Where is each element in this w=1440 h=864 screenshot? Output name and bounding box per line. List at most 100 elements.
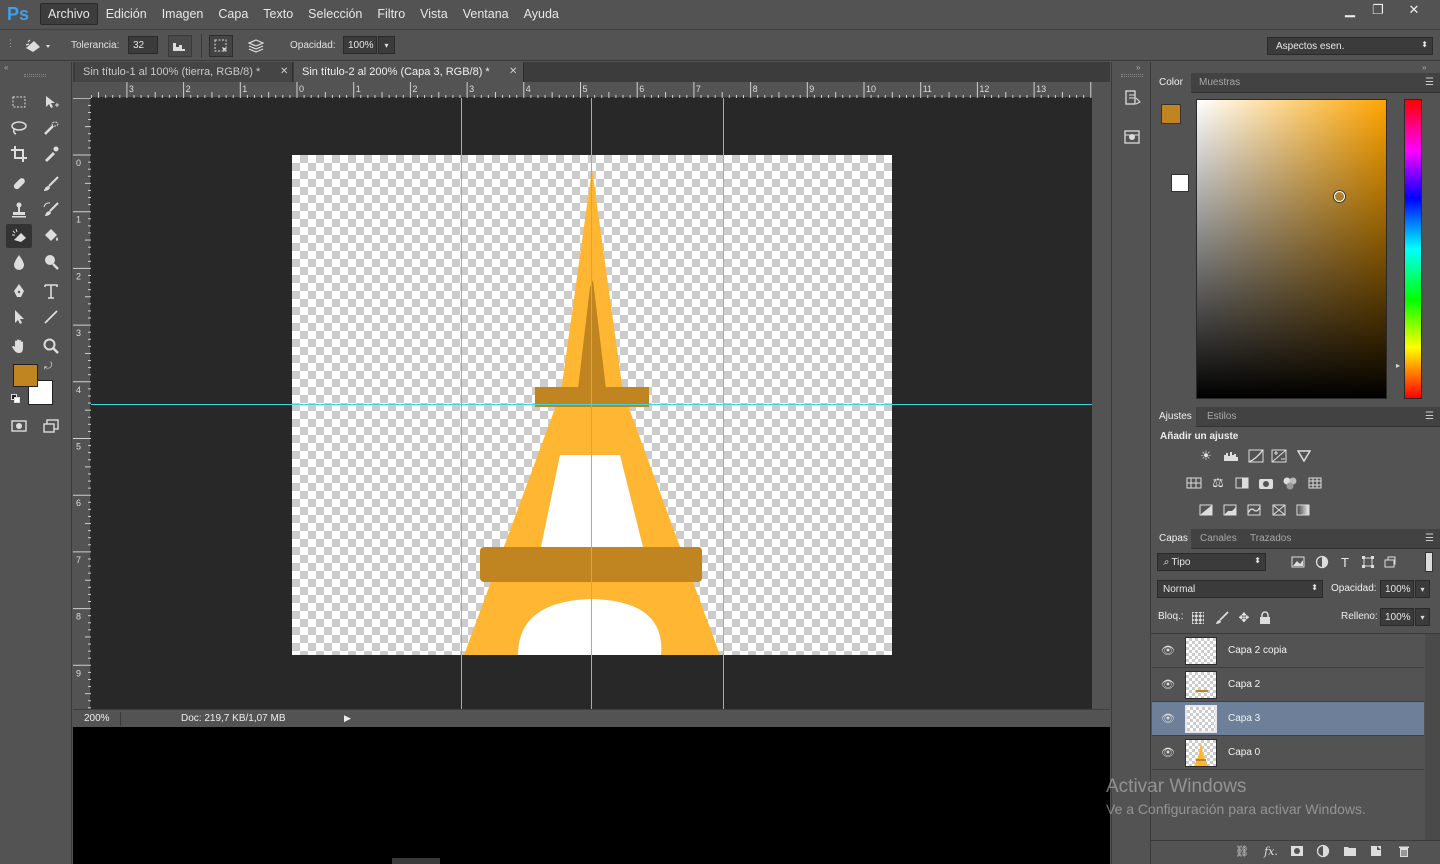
path-selection-tool[interactable] xyxy=(6,305,32,329)
menu-capa[interactable]: Capa xyxy=(211,4,255,24)
document-window[interactable] xyxy=(91,98,1092,709)
scroll-thumb[interactable] xyxy=(392,858,440,864)
crop-tool[interactable] xyxy=(6,142,32,166)
collapse-icon[interactable]: « xyxy=(4,63,8,72)
vertical-scrollbar[interactable] xyxy=(1092,82,1109,709)
filter-type-icon[interactable]: T xyxy=(1336,554,1354,570)
workspace-select[interactable]: Aspectos esen. ⬍ xyxy=(1267,37,1433,55)
screen-mode-button[interactable] xyxy=(38,414,64,438)
layer-list-scrollbar[interactable] xyxy=(1425,634,1440,840)
contiguous-toggle[interactable] xyxy=(209,35,233,57)
menu-archivo[interactable]: Archivo xyxy=(40,3,98,25)
menu-texto[interactable]: Texto xyxy=(256,4,300,24)
adjustment-layer-icon[interactable] xyxy=(1315,844,1331,858)
visibility-eye-icon[interactable]: 👁 xyxy=(1161,712,1175,726)
move-tool[interactable] xyxy=(38,90,64,114)
layer-filter-select[interactable]: ⌕ Tipo ⬍ xyxy=(1157,553,1266,571)
all-layers-toggle[interactable] xyxy=(244,36,268,56)
tolerance-input[interactable]: 32 xyxy=(128,36,158,54)
quick-mask-button[interactable] xyxy=(6,414,32,438)
filter-adjustment-icon[interactable] xyxy=(1313,554,1331,570)
tool-preset-picker[interactable] xyxy=(22,36,54,56)
tab-paths[interactable]: Trazados xyxy=(1250,533,1291,544)
opacity-dropdown-icon[interactable]: ▾ xyxy=(378,36,395,54)
foreground-color-swatch[interactable] xyxy=(13,364,38,387)
black-white-icon[interactable] xyxy=(1233,475,1251,491)
color-fg-swatch[interactable] xyxy=(1161,104,1181,124)
hue-slider[interactable] xyxy=(1404,99,1422,399)
type-tool[interactable] xyxy=(38,279,64,303)
exposure-icon[interactable] xyxy=(1270,448,1288,464)
properties-panel-button[interactable] xyxy=(1122,127,1142,147)
guide-horizontal[interactable] xyxy=(91,404,1092,405)
paint-bucket-tool[interactable] xyxy=(38,224,64,248)
quick-selection-tool[interactable] xyxy=(38,116,64,140)
link-layers-icon[interactable]: ⛓ xyxy=(1234,844,1250,858)
lock-position-icon[interactable]: ✥ xyxy=(1235,610,1253,626)
hue-slider-handle-icon[interactable]: ▸ xyxy=(1396,361,1400,370)
layer-row-capa-2[interactable]: 👁 Capa 2 xyxy=(1152,668,1424,702)
tab-adjustments[interactable]: Ajustes xyxy=(1159,411,1192,422)
collapse-icon[interactable]: » xyxy=(1422,63,1426,72)
layer-row-capa-3[interactable]: 👁 Capa 3 xyxy=(1152,702,1424,736)
menu-vista[interactable]: Vista xyxy=(413,4,455,24)
menu-imagen[interactable]: Imagen xyxy=(155,4,211,24)
visibility-eye-icon[interactable]: 👁 xyxy=(1161,678,1175,692)
zoom-tool[interactable] xyxy=(38,334,64,358)
brightness-icon[interactable]: ☀ xyxy=(1197,448,1215,464)
horizontal-ruler[interactable]: 3 2 1 0 1 2 3 4 5 6 7 8 9 10 11 12 13 xyxy=(91,82,1092,98)
color-balance-icon[interactable]: ⚖ xyxy=(1209,475,1227,491)
ruler-corner[interactable] xyxy=(73,82,91,98)
tab-document-1[interactable]: Sin título-1 al 100% (tierra, RGB/8) * xyxy=(75,62,293,82)
clone-stamp-tool[interactable] xyxy=(6,198,32,222)
lasso-tool[interactable] xyxy=(6,116,32,140)
eyedropper-tool[interactable] xyxy=(38,142,64,166)
new-layer-icon[interactable] xyxy=(1368,844,1384,858)
color-picker-cursor[interactable] xyxy=(1334,191,1345,202)
dodge-tool[interactable] xyxy=(38,250,64,274)
status-menu-arrow-icon[interactable]: ▶ xyxy=(344,713,351,724)
menu-ayuda[interactable]: Ayuda xyxy=(517,4,566,24)
tab-close-icon[interactable]: ✕ xyxy=(280,66,288,77)
fill-dropdown-icon[interactable]: ▾ xyxy=(1415,608,1430,626)
healing-brush-tool[interactable] xyxy=(6,172,32,196)
sample-button[interactable] xyxy=(168,35,192,57)
brush-tool[interactable] xyxy=(38,172,64,196)
hue-saturation-icon[interactable] xyxy=(1185,475,1203,491)
menu-edicion[interactable]: Edición xyxy=(99,4,154,24)
swap-colors-icon[interactable]: ⤾ xyxy=(44,361,52,372)
lock-all-icon[interactable] xyxy=(1256,610,1274,626)
color-lookup-icon[interactable] xyxy=(1306,475,1324,491)
layer-row-capa-2-copia[interactable]: 👁 Capa 2 copia xyxy=(1152,634,1424,668)
lock-transparency-icon[interactable] xyxy=(1192,612,1204,624)
invert-icon[interactable] xyxy=(1197,502,1215,518)
levels-icon[interactable] xyxy=(1222,448,1240,464)
panel-menu-icon[interactable]: ☰ xyxy=(1425,411,1434,422)
pen-tool[interactable] xyxy=(6,279,32,303)
default-colors-icon[interactable] xyxy=(11,394,21,404)
menu-seleccion[interactable]: Selección xyxy=(301,4,369,24)
visibility-eye-icon[interactable]: 👁 xyxy=(1161,644,1175,658)
filter-pixel-icon[interactable] xyxy=(1289,554,1307,570)
hand-tool[interactable] xyxy=(6,334,32,358)
tab-document-2[interactable]: Sin título-2 al 200% (Capa 3, RGB/8) * xyxy=(294,62,524,82)
posterize-icon[interactable] xyxy=(1221,502,1239,518)
vertical-ruler[interactable]: 0 1 2 3 4 5 6 7 8 9 xyxy=(73,98,91,709)
collapse-icon[interactable]: » xyxy=(1136,63,1140,72)
fill-input[interactable]: 100% xyxy=(1380,608,1414,626)
layer-opacity-input[interactable]: 100% xyxy=(1380,580,1414,598)
close-button[interactable]: ✕ xyxy=(1398,0,1430,20)
restore-button[interactable]: ❐ xyxy=(1362,0,1394,20)
opacity-dropdown-icon[interactable]: ▾ xyxy=(1415,580,1430,598)
eraser-tool[interactable] xyxy=(6,224,32,248)
selective-color-icon[interactable] xyxy=(1270,502,1288,518)
color-bg-swatch[interactable] xyxy=(1171,174,1189,192)
history-panel-button[interactable] xyxy=(1122,88,1142,108)
panel-menu-icon[interactable]: ☰ xyxy=(1425,77,1434,88)
threshold-icon[interactable] xyxy=(1245,502,1263,518)
gradient-map-icon[interactable] xyxy=(1294,502,1312,518)
new-group-icon[interactable] xyxy=(1342,844,1358,858)
history-brush-tool[interactable] xyxy=(38,198,64,222)
color-picker-field[interactable] xyxy=(1196,99,1387,399)
tab-color[interactable]: Color xyxy=(1159,77,1183,88)
